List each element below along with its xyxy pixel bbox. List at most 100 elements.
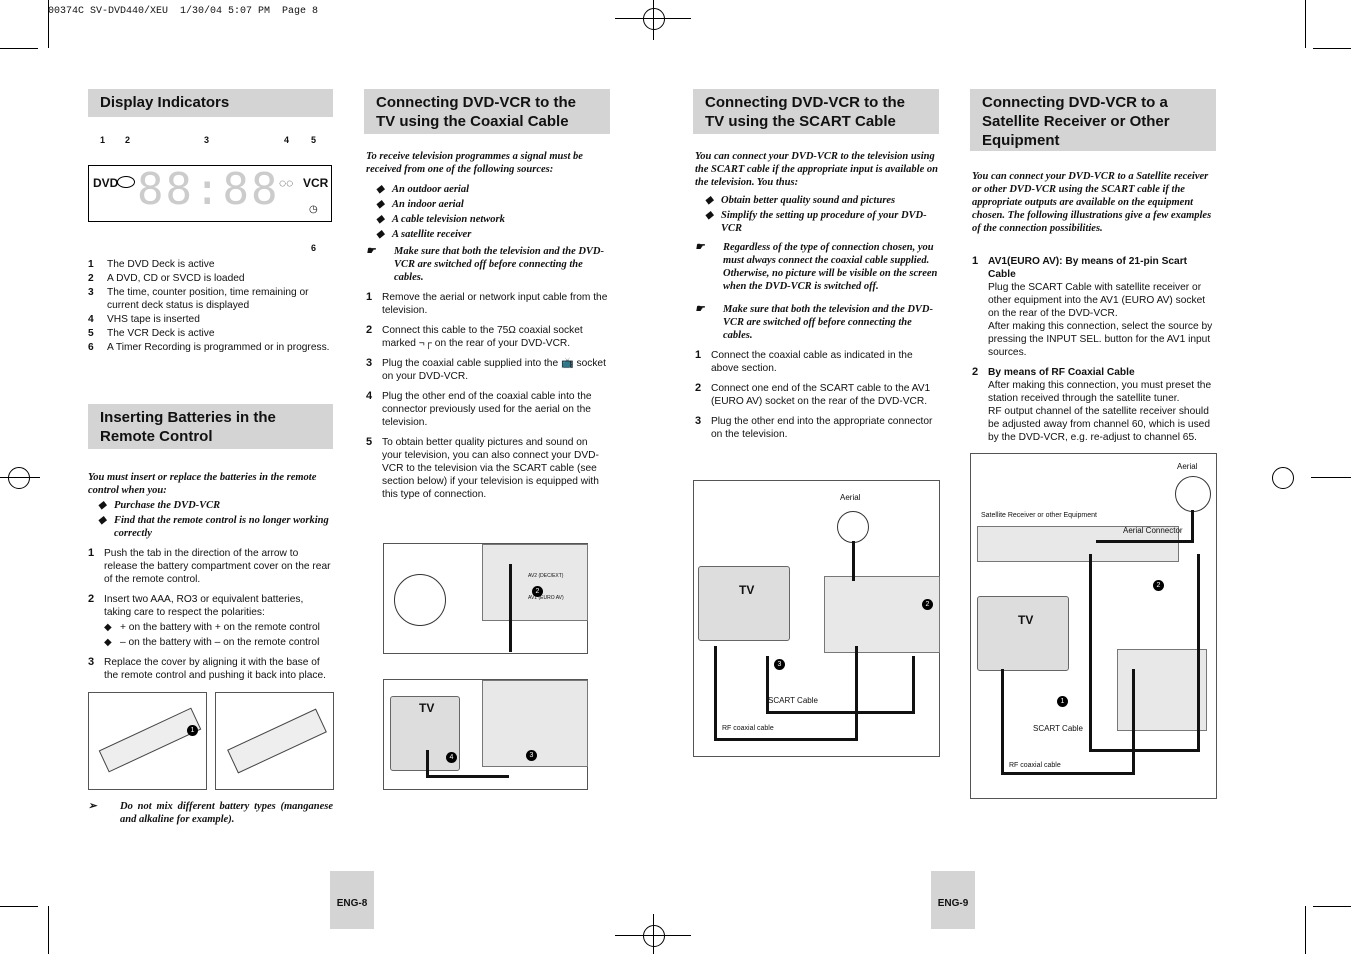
registration-mark: [643, 8, 665, 30]
coaxial-body: To receive television programmes a signa…: [366, 150, 610, 501]
crop-mark: [48, 906, 49, 954]
step: 5 To obtain better quality pictures and s…: [366, 436, 599, 500]
rf-cable-label: RF coaxial cable: [1009, 762, 1061, 769]
dvd-vcr-rear-panel: AV2 (DEC/EXT) AV1 (EURO AV): [482, 544, 588, 621]
step: 4 Plug the other end of the coaxial cable…: [366, 390, 592, 428]
callout: 3: [774, 659, 785, 670]
display-callouts: 1 2 3 4 5: [88, 135, 333, 147]
battery-note: ➢ Do not mix different battery types (man…: [88, 801, 333, 825]
aerial-icon: [394, 574, 446, 626]
coaxial-cable: [426, 750, 509, 778]
crop-mark: [1305, 0, 1306, 48]
bullet: ◆ A satellite receiver: [376, 229, 472, 240]
scart-body: You can connect your DVD-VCR to the tele…: [695, 150, 939, 441]
registration-mark: [1311, 477, 1351, 478]
callout: 5: [311, 135, 317, 145]
seven-segment-digits: 88:88: [137, 164, 280, 215]
callout: 1: [187, 725, 198, 736]
crop-mark: [0, 48, 38, 49]
intro-text: To receive television programmes a signa…: [366, 151, 583, 175]
remote-batteries-illustration: [215, 692, 334, 790]
page-number: ENG-8: [330, 871, 374, 929]
coaxial-cable: [509, 564, 512, 652]
receiver-label: Satellite Receiver or other Equipment: [981, 512, 1097, 519]
callout: 1: [100, 135, 106, 145]
note: ☛ Make sure that both the television and …: [366, 246, 605, 283]
batteries-body: You must insert or replace the batteries…: [88, 471, 333, 682]
tv-icon: TV: [698, 566, 790, 641]
callout: 6: [311, 243, 317, 253]
registration-mark: [643, 925, 665, 947]
intro-text: You can connect your DVD-VCR to the tele…: [695, 151, 938, 188]
callout: 3: [204, 135, 210, 145]
remote-open-illustration: 1: [88, 692, 207, 790]
bullet: ◆ Purchase the DVD-VCR: [98, 500, 221, 511]
crop-mark: [1313, 48, 1351, 49]
section-title-batteries: Inserting Batteries in the Remote Contro…: [88, 404, 333, 449]
dvd-vcr-rear-panel: [824, 576, 940, 653]
vcr-indicator: VCR: [303, 176, 329, 190]
scart-illustration: Aerial TV SCART Cable RF coaxial cable 2…: [693, 480, 940, 757]
crop-mark: [1305, 906, 1306, 954]
pointing-hand-icon: ☛: [695, 242, 705, 253]
timer-icon: ◷: [309, 204, 318, 215]
callout: 2: [125, 135, 131, 145]
step: 2 By means of RF Coaxial Cable After makin…: [972, 366, 1212, 443]
list-item: 4 VHS tape is inserted: [88, 314, 200, 325]
intro-text: You can connect your DVD-VCR to a Satell…: [972, 171, 1212, 234]
aerial-icon: [837, 511, 869, 543]
bullet: ◆ A cable television network: [376, 214, 505, 225]
step: 3 Replace the cover by aligning it with t…: [88, 656, 326, 681]
callout: 2: [1153, 580, 1164, 591]
note: ☛ Regardless of the type of connection ch…: [695, 242, 938, 292]
pointing-hand-icon: ☛: [366, 246, 376, 257]
step: 2 Connect one end of the SCART cable to t…: [695, 382, 931, 407]
coaxial-tv-illustration: TV 4 3: [383, 679, 588, 790]
satellite-body: You can connect your DVD-VCR to a Satell…: [972, 170, 1216, 444]
intro-text: You must insert or replace the batteries…: [88, 472, 317, 496]
bullet: ◆ – on the battery with – on the remote c…: [104, 637, 320, 648]
list-item: 3 The time, counter position, time remain…: [88, 287, 309, 311]
dvd-indicator: DVD: [93, 176, 119, 190]
pointing-hand-icon: ☛: [695, 304, 705, 315]
list-item: 2A DVD, CD or SVCD is loaded: [88, 273, 245, 284]
callout: 2: [532, 586, 543, 597]
crop-mark: [1313, 906, 1351, 907]
aerial-label: Aerial: [1177, 462, 1198, 471]
section-title-satellite: Connecting DVD-VCR to a Satellite Receiv…: [970, 89, 1216, 151]
disc-icon: [117, 176, 135, 188]
bullet: ◆ Find that the remote control is no long…: [98, 515, 329, 539]
scart-cable-label: SCART Cable: [1033, 724, 1083, 733]
page-number: ENG-9: [931, 871, 975, 929]
note: ☛ Make sure that both the television and …: [695, 304, 934, 341]
callout: 4: [446, 752, 457, 763]
registration-mark: [1272, 467, 1294, 489]
aerial-cable: [1096, 510, 1194, 543]
callout: 3: [526, 750, 537, 761]
list-item: 6A Timer Recording is programmed or in p…: [88, 342, 330, 353]
step: 1 Remove the aerial or network input cabl…: [366, 291, 608, 316]
section-title-scart: Connecting DVD-VCR to the TV using the S…: [693, 89, 939, 134]
display-panel: DVD 88:88 ◌◌ VCR ◷: [88, 164, 332, 222]
step: 3 Plug the coaxial cable supplied into th…: [366, 357, 606, 382]
bullet: ◆ An outdoor aerial: [376, 184, 470, 195]
bullet: ◆ Simplify the setting up procedure of yo…: [705, 210, 927, 234]
list-item: 5 The VCR Deck is active: [88, 328, 215, 339]
coaxial-aerial-illustration: AV2 (DEC/EXT) AV1 (EURO AV) 2: [383, 543, 588, 654]
cassette-icon: ◌◌: [279, 176, 294, 190]
callout: 4: [284, 135, 290, 145]
bullet: ◆ Obtain better quality sound and picture…: [705, 195, 896, 206]
registration-mark: [8, 467, 30, 489]
list-item: 1 The DVD Deck is active: [88, 259, 215, 270]
rf-cable-label: RF coaxial cable: [722, 725, 774, 732]
callout: 1: [1057, 696, 1068, 707]
aerial-label: Aerial: [840, 493, 861, 502]
step: 1 AV1(EURO AV): By means of 21-pin Scart …: [972, 255, 1213, 358]
display-indicator-list: 1 The DVD Deck is active 2A DVD, CD or SV…: [88, 258, 338, 354]
av2-socket-label: AV2 (DEC/EXT): [528, 573, 564, 579]
satellite-illustration: Aerial Satellite Receiver or other Equip…: [970, 453, 1217, 799]
step: 1 Connect the coaxial cable as indicated …: [695, 349, 913, 374]
crop-mark: [48, 0, 49, 48]
scart-cable-label: SCART Cable: [768, 696, 818, 705]
section-title-display: Display Indicators: [88, 89, 333, 117]
